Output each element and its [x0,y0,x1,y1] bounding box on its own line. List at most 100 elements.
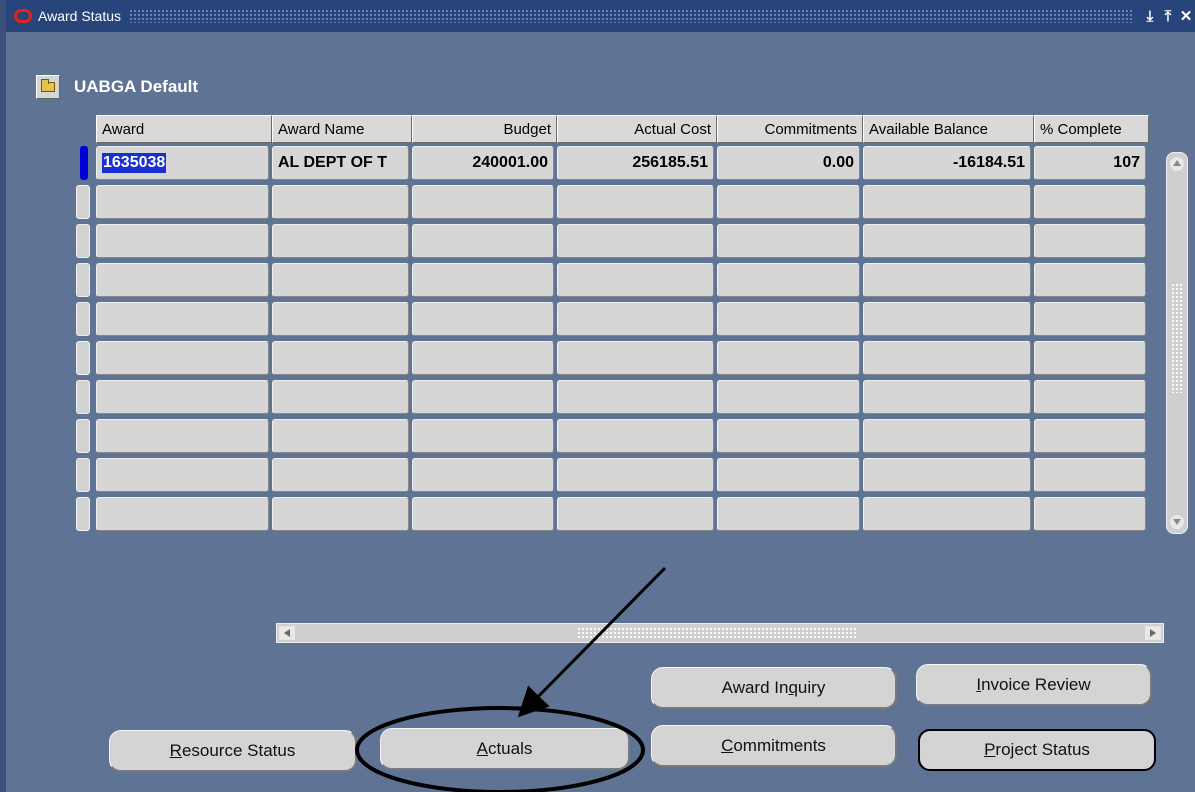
cell-available-balance[interactable] [863,457,1031,492]
cell-budget[interactable] [412,223,554,258]
cell-award[interactable] [96,340,269,375]
cell-award-name[interactable] [272,223,409,258]
cell-budget[interactable] [412,379,554,414]
open-folder-button[interactable] [36,75,60,99]
cell-pct-complete[interactable]: 107 [1034,145,1146,180]
table-row[interactable] [76,416,1149,455]
cell-commitments[interactable] [717,340,860,375]
vertical-scrollbar[interactable] [1166,152,1188,534]
cell-available-balance[interactable]: -16184.51 [863,145,1031,180]
horizontal-scroll-thumb[interactable] [577,627,857,639]
cell-commitments[interactable] [717,457,860,492]
scroll-down-icon[interactable] [1170,515,1184,529]
cell-award-name[interactable] [272,457,409,492]
cell-award[interactable]: 1635038 [96,145,269,180]
cell-commitments[interactable] [717,418,860,453]
column-header-pct-complete[interactable]: % Complete [1034,115,1149,143]
row-indicator[interactable] [76,223,90,258]
cell-commitments[interactable] [717,223,860,258]
cell-actual-cost[interactable] [557,379,714,414]
maximize-icon[interactable]: ⤒ [1159,8,1177,25]
cell-award[interactable] [96,223,269,258]
cell-actual-cost[interactable] [557,184,714,219]
column-header-commitments[interactable]: Commitments [717,115,863,143]
cell-award-name[interactable] [272,184,409,219]
cell-actual-cost[interactable] [557,496,714,531]
horizontal-scrollbar[interactable] [276,623,1164,643]
cell-pct-complete[interactable] [1034,379,1146,414]
cell-pct-complete[interactable] [1034,223,1146,258]
cell-award-name[interactable] [272,496,409,531]
cell-pct-complete[interactable] [1034,496,1146,531]
cell-budget[interactable] [412,340,554,375]
row-indicator[interactable] [80,145,88,180]
table-row[interactable] [76,377,1149,416]
column-header-budget[interactable]: Budget [412,115,557,143]
cell-award[interactable] [96,301,269,336]
column-header-available-balance[interactable]: Available Balance [863,115,1034,143]
cell-available-balance[interactable] [863,262,1031,297]
cell-pct-complete[interactable] [1034,262,1146,297]
cell-pct-complete[interactable] [1034,301,1146,336]
column-header-actual-cost[interactable]: Actual Cost [557,115,717,143]
cell-award-name[interactable] [272,379,409,414]
cell-budget[interactable] [412,496,554,531]
cell-available-balance[interactable] [863,301,1031,336]
cell-actual-cost[interactable] [557,301,714,336]
cell-budget[interactable] [412,301,554,336]
cell-actual-cost[interactable]: 256185.51 [557,145,714,180]
table-row[interactable] [76,182,1149,221]
cell-available-balance[interactable] [863,340,1031,375]
cell-commitments[interactable] [717,496,860,531]
cell-award[interactable] [96,457,269,492]
table-row[interactable] [76,260,1149,299]
project-status-button[interactable]: Project Status [918,729,1156,771]
cell-award[interactable] [96,496,269,531]
row-indicator[interactable] [76,418,90,453]
commitments-button[interactable]: Commitments [651,725,897,767]
row-indicator[interactable] [76,340,90,375]
cell-award-name[interactable] [272,418,409,453]
table-row[interactable] [76,494,1149,533]
row-indicator[interactable] [76,301,90,336]
cell-award-name[interactable] [272,340,409,375]
cell-award[interactable] [96,379,269,414]
resource-status-button[interactable]: Resource Status [109,730,357,772]
cell-budget[interactable] [412,184,554,219]
cell-commitments[interactable]: 0.00 [717,145,860,180]
row-indicator[interactable] [76,496,90,531]
award-inquiry-button[interactable]: Award In q uiry [651,667,897,709]
cell-pct-complete[interactable] [1034,418,1146,453]
invoice-review-button[interactable]: Invoice Review [916,664,1152,706]
scroll-up-icon[interactable] [1170,157,1184,171]
cell-award[interactable] [96,262,269,297]
scroll-left-icon[interactable] [279,626,295,640]
cell-award-name[interactable] [272,262,409,297]
table-row[interactable] [76,221,1149,260]
actuals-button[interactable]: Actuals [380,728,630,770]
cell-available-balance[interactable] [863,379,1031,414]
cell-budget[interactable] [412,418,554,453]
table-row[interactable] [76,299,1149,338]
row-indicator[interactable] [76,457,90,492]
row-indicator[interactable] [76,379,90,414]
cell-commitments[interactable] [717,184,860,219]
cell-budget[interactable] [412,262,554,297]
cell-award[interactable] [96,418,269,453]
cell-available-balance[interactable] [863,184,1031,219]
row-indicator[interactable] [76,262,90,297]
cell-budget[interactable] [412,457,554,492]
row-indicator[interactable] [76,184,90,219]
table-row[interactable] [76,338,1149,377]
cell-actual-cost[interactable] [557,340,714,375]
cell-commitments[interactable] [717,262,860,297]
scroll-right-icon[interactable] [1145,626,1161,640]
cell-award[interactable] [96,184,269,219]
cell-award-name[interactable] [272,301,409,336]
cell-pct-complete[interactable] [1034,184,1146,219]
cell-actual-cost[interactable] [557,223,714,258]
cell-award-name[interactable]: AL DEPT OF T [272,145,409,180]
column-header-award[interactable]: Award [96,115,272,143]
cell-available-balance[interactable] [863,418,1031,453]
cell-actual-cost[interactable] [557,457,714,492]
